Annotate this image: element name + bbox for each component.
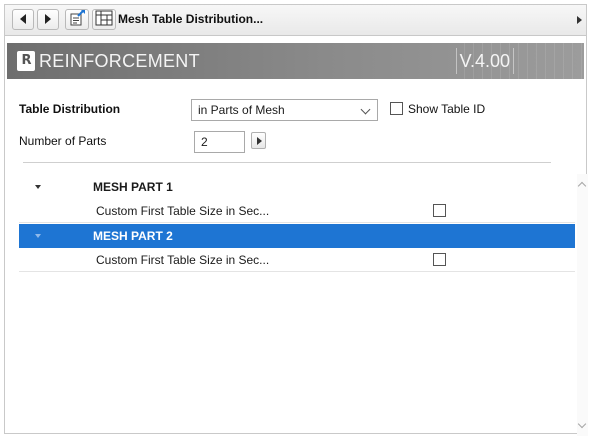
chevron-down-icon bbox=[360, 104, 371, 115]
custom-first-table-size-checkbox[interactable] bbox=[433, 253, 446, 266]
mesh-table-button[interactable] bbox=[92, 9, 116, 30]
back-button[interactable] bbox=[12, 9, 34, 30]
reinforcement-banner: R REINFORCEMENT V.4.00 bbox=[7, 43, 584, 79]
list-item: Custom First Table Size in Sec... bbox=[19, 199, 575, 223]
mesh-parts-list: MESH PART 1 Custom First Table Size in S… bbox=[19, 174, 575, 432]
edit-button[interactable] bbox=[65, 9, 89, 30]
group-label: MESH PART 1 bbox=[93, 180, 173, 194]
number-of-parts-label: Number of Parts bbox=[19, 134, 107, 148]
panel-title: Mesh Table Distribution... bbox=[118, 12, 264, 26]
collapse-triangle-icon[interactable] bbox=[35, 234, 41, 238]
show-table-id-label: Show Table ID bbox=[408, 102, 486, 116]
edit-icon bbox=[69, 10, 85, 29]
table-distribution-select[interactable]: in Parts of Mesh bbox=[191, 99, 378, 121]
forward-arrow-icon bbox=[44, 13, 52, 27]
back-arrow-icon bbox=[19, 13, 27, 27]
custom-first-table-size-checkbox[interactable] bbox=[433, 204, 446, 217]
banner-title: REINFORCEMENT bbox=[39, 51, 200, 71]
show-table-id-checkbox[interactable] bbox=[390, 102, 403, 115]
mesh-table-icon bbox=[95, 10, 113, 29]
list-item-label: Custom First Table Size in Sec... bbox=[96, 253, 270, 267]
toolbar: Mesh Table Distribution... bbox=[5, 5, 586, 36]
group-label: MESH PART 2 bbox=[93, 229, 173, 243]
dialog-frame: Mesh Table Distribution... R REINFORCEME… bbox=[4, 4, 588, 436]
group-row-mesh-part-1[interactable]: MESH PART 1 bbox=[19, 175, 575, 199]
number-of-parts-stepper[interactable] bbox=[251, 132, 266, 149]
forward-button[interactable] bbox=[37, 9, 59, 30]
divider bbox=[23, 162, 551, 163]
table-distribution-label: Table Distribution bbox=[19, 102, 121, 116]
expand-arrow-icon[interactable] bbox=[577, 16, 582, 24]
collapse-triangle-icon[interactable] bbox=[35, 185, 41, 189]
logo-icon: R bbox=[17, 51, 35, 71]
scroll-down-icon[interactable] bbox=[577, 419, 587, 429]
table-distribution-value: in Parts of Mesh bbox=[198, 103, 285, 117]
group-row-mesh-part-2[interactable]: MESH PART 2 bbox=[19, 224, 575, 248]
scroll-up-icon[interactable] bbox=[577, 181, 587, 191]
vertical-scrollbar[interactable] bbox=[577, 174, 588, 436]
list-item-label: Custom First Table Size in Sec... bbox=[96, 204, 270, 218]
version-label: V.4.00 bbox=[455, 48, 514, 74]
list-item: Custom First Table Size in Sec... bbox=[19, 248, 575, 272]
number-of-parts-input[interactable]: 2 bbox=[194, 131, 245, 153]
